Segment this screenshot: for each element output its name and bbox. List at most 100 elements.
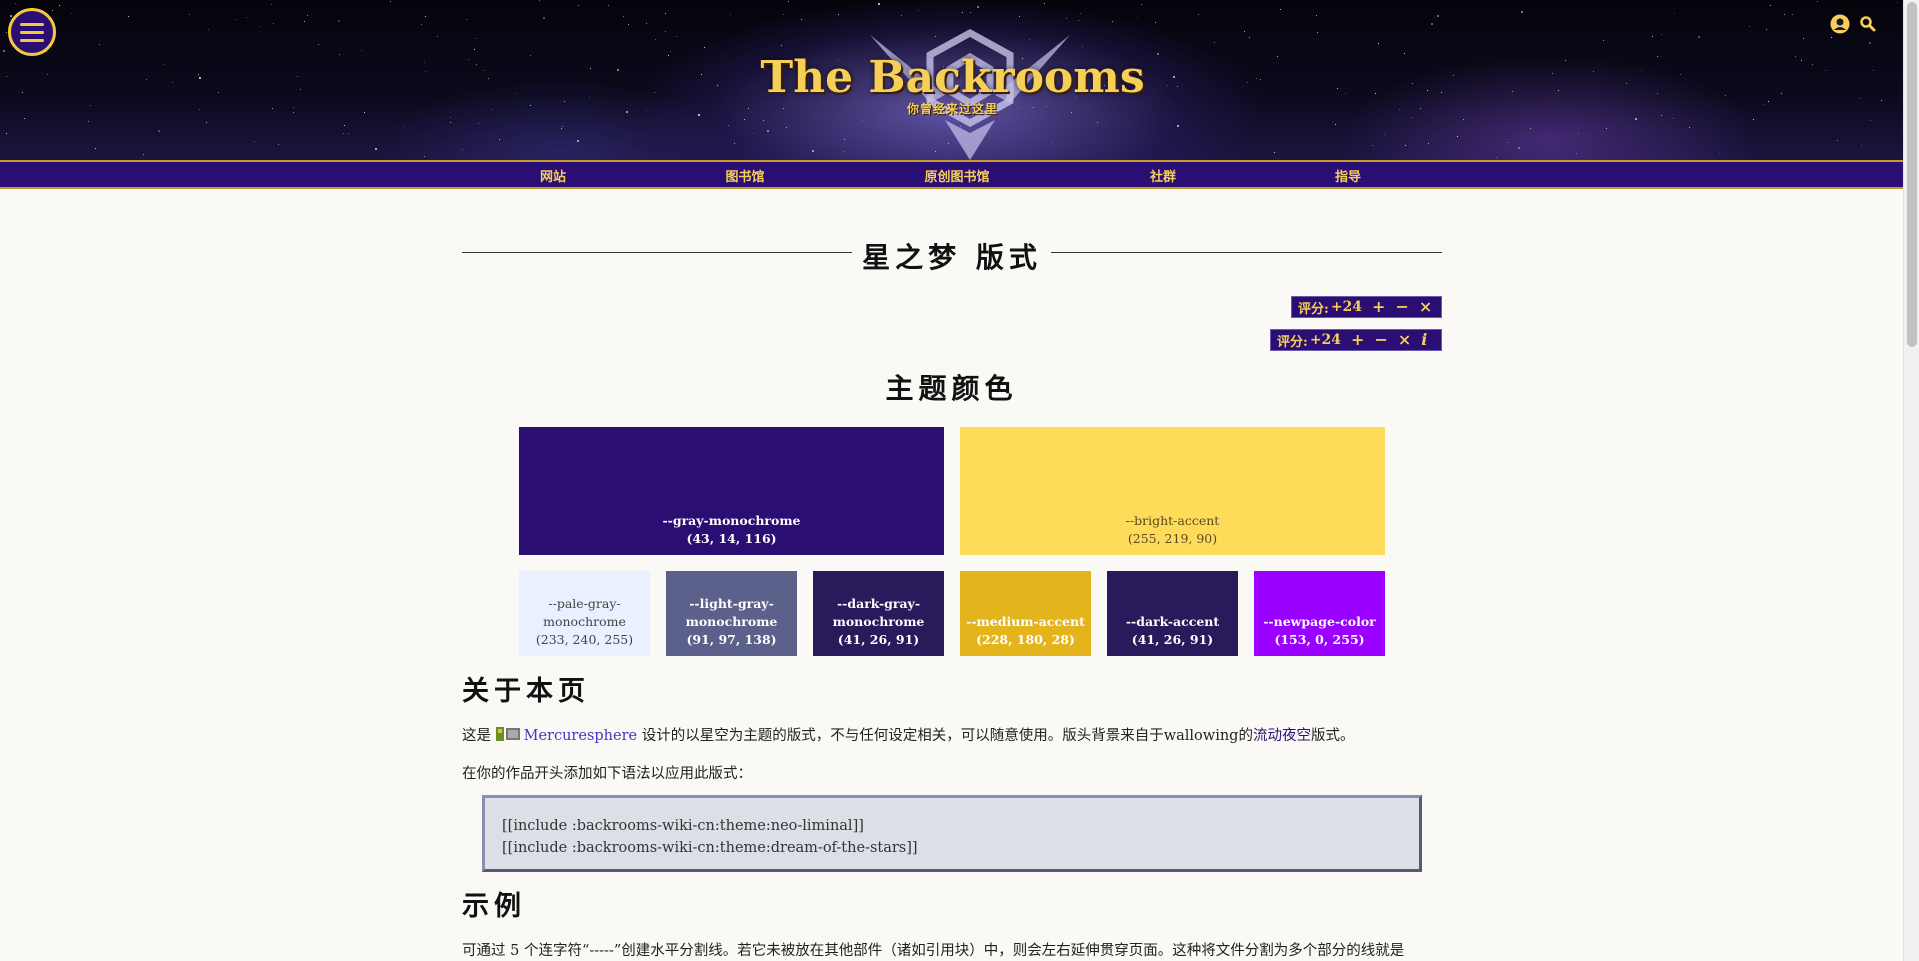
- star-dot: [127, 16, 129, 18]
- star-dot: [1431, 22, 1434, 25]
- swatch-rgb: (233, 240, 255): [535, 632, 634, 647]
- rate-up-button[interactable]: +: [1351, 332, 1364, 348]
- star-dot: [306, 14, 308, 16]
- about-heading: 关于本页: [462, 676, 590, 707]
- star-dot: [449, 117, 451, 119]
- star-dot: [1065, 18, 1067, 20]
- star-dot: [561, 127, 563, 129]
- author-avatar-icon: [495, 727, 520, 741]
- star-dot: [1496, 156, 1498, 158]
- star-dot: [1176, 124, 1179, 127]
- star-dot: [1044, 2, 1046, 4]
- nav-item-original-library[interactable]: 原创图书馆: [924, 166, 989, 185]
- rating-value: +24: [1330, 299, 1363, 315]
- nav-item-site[interactable]: 网站: [540, 166, 566, 185]
- star-dot: [1141, 4, 1143, 6]
- star-dot: [1521, 10, 1524, 13]
- rate-up-button[interactable]: +: [1372, 299, 1385, 315]
- code-block[interactable]: [[include :backrooms-wiki-cn:theme:neo-l…: [482, 795, 1422, 872]
- star-dot: [780, 44, 782, 46]
- hamburger-menu-icon[interactable]: [8, 8, 56, 56]
- star-dot: [466, 19, 468, 21]
- star-dot: [24, 117, 26, 119]
- star-dot: [645, 22, 647, 24]
- star-dot: [1197, 14, 1199, 16]
- color-swatch: --light-gray-monochrome (91, 97, 138): [666, 571, 797, 656]
- rating-label: 评分:: [1277, 334, 1308, 350]
- nav-item-library[interactable]: 图书馆: [725, 166, 764, 185]
- star-dot: [607, 4, 609, 6]
- swatch-name: --newpage-color: [1263, 614, 1376, 629]
- star-dot: [1433, 16, 1435, 18]
- site-header: The Backrooms 你曾经来过这里: [0, 0, 1903, 160]
- example-paragraph: 可通过 5 个连字符“-----”创建水平分割线。若它未被放在其他部件（诸如引用…: [462, 943, 1405, 959]
- star-dot: [675, 36, 677, 38]
- star-dot: [245, 17, 247, 19]
- color-swatch: --newpage-color (153, 0, 255): [1254, 571, 1385, 656]
- star-dot: [498, 139, 500, 141]
- swatch-rgb: (43, 14, 116): [686, 531, 777, 546]
- star-dot: [1097, 121, 1099, 123]
- rate-down-button[interactable]: −: [1395, 299, 1408, 315]
- rate-cancel-button[interactable]: ×: [1398, 332, 1411, 348]
- star-dot: [576, 139, 579, 142]
- star-dot: [743, 118, 745, 120]
- color-swatch: --pale-gray-monochrome (233, 240, 255): [519, 571, 650, 656]
- rate-cancel-button[interactable]: ×: [1419, 299, 1432, 315]
- swatch-name: --dark-gray-monochrome: [832, 596, 925, 629]
- flowing-night-sky-link[interactable]: 流动夜空: [1253, 728, 1311, 744]
- page-scrollbar[interactable]: [1903, 0, 1919, 961]
- site-title[interactable]: The Backrooms: [0, 52, 1903, 103]
- star-dot: [728, 125, 730, 127]
- star-dot: [665, 30, 667, 32]
- star-dot: [1517, 147, 1520, 150]
- star-dot: [1719, 152, 1721, 154]
- rating-info-button[interactable]: i: [1421, 332, 1427, 348]
- star-dot: [877, 3, 880, 6]
- swatch-name: --medium-accent: [966, 614, 1085, 629]
- user-icon[interactable]: [1830, 14, 1850, 34]
- theme-colors-heading: 主题颜色: [885, 372, 1018, 405]
- rate-down-button[interactable]: −: [1374, 332, 1387, 348]
- star-dot: [1463, 119, 1465, 121]
- star-dot: [665, 12, 667, 14]
- star-dot: [71, 12, 73, 14]
- star-dot: [403, 126, 405, 128]
- star-dot: [962, 12, 964, 14]
- star-dot: [763, 119, 765, 121]
- star-dot: [424, 155, 426, 157]
- author-link[interactable]: Mercuresphere: [524, 728, 638, 744]
- star-dot: [1249, 36, 1251, 38]
- star-dot: [424, 15, 426, 17]
- star-dot: [1244, 30, 1246, 32]
- star-dot: [1749, 26, 1751, 28]
- star-dot: [337, 19, 340, 22]
- star-dot: [969, 12, 971, 14]
- star-dot: [623, 16, 625, 18]
- star-dot: [730, 13, 732, 15]
- nav-item-community[interactable]: 社群: [1150, 166, 1176, 185]
- swatch-name: --light-gray-monochrome: [685, 596, 778, 629]
- star-dot: [474, 49, 476, 51]
- star-dot: [627, 24, 629, 26]
- top-nav-bar: 网站 图书馆 原创图书馆 社群 指导: [0, 160, 1903, 189]
- star-dot: [254, 141, 256, 143]
- star-dot: [259, 26, 261, 27]
- nav-item-guide[interactable]: 指导: [1335, 166, 1361, 185]
- star-dot: [208, 28, 210, 30]
- star-dot: [1672, 117, 1674, 119]
- star-dot: [1674, 13, 1676, 15]
- star-dot: [1652, 36, 1654, 38]
- star-dot: [785, 126, 787, 128]
- star-dot: [654, 39, 656, 41]
- scrollbar-thumb[interactable]: [1907, 2, 1917, 347]
- star-dot: [800, 19, 802, 20]
- star-dot: [782, 13, 784, 15]
- page-title-row: 星之梦 版式: [462, 236, 1442, 274]
- star-dot: [1752, 119, 1754, 121]
- star-dot: [843, 139, 845, 141]
- star-dot: [1377, 43, 1379, 45]
- search-icon[interactable]: [1859, 15, 1877, 33]
- star-dot: [304, 21, 306, 23]
- swatch-rgb: (228, 180, 28): [976, 632, 1075, 647]
